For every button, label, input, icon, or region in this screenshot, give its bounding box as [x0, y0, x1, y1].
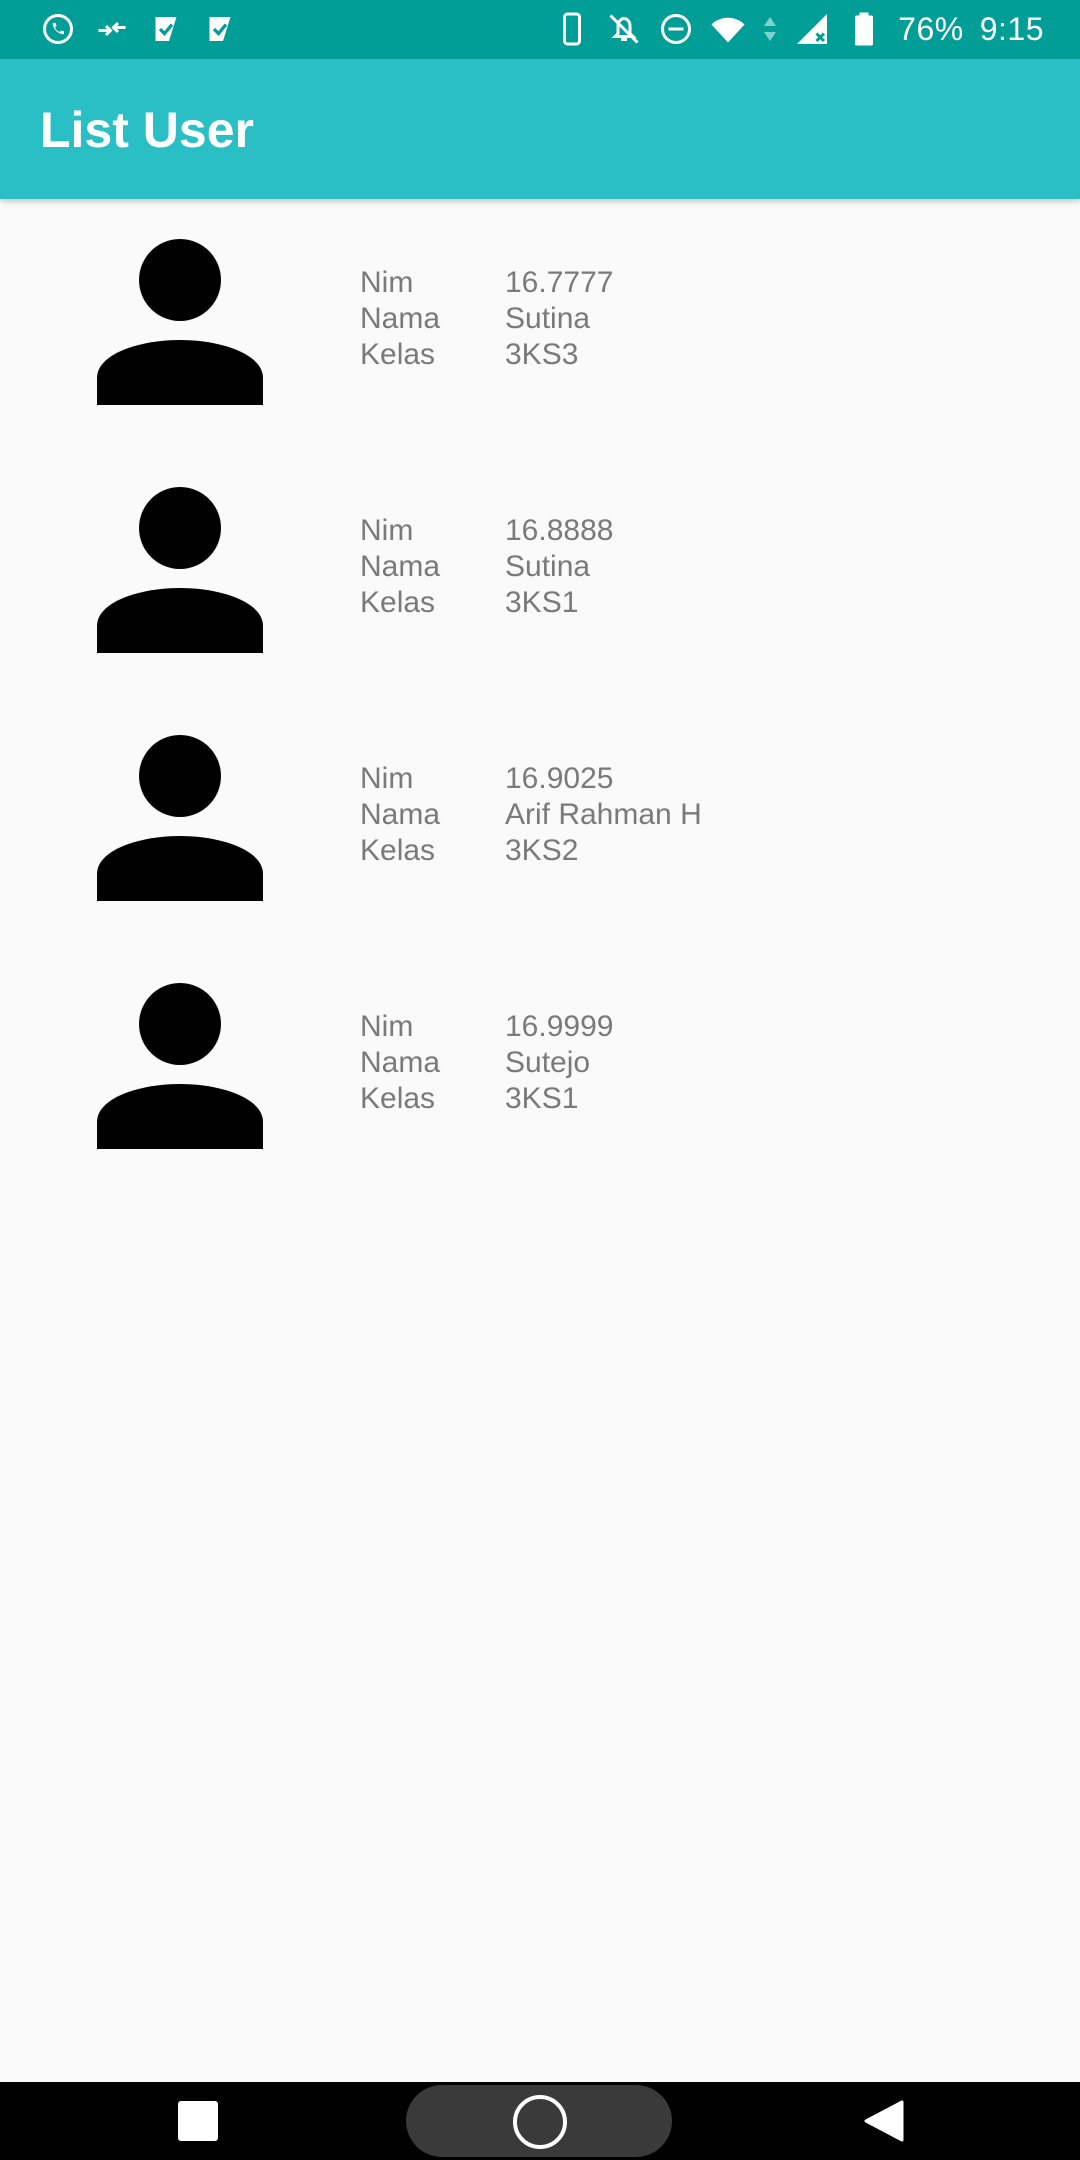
nama-value: Sutina [505, 302, 591, 335]
status-bar: 76% 9:15 [0, 0, 1080, 59]
nim-value: 16.9999 [505, 1010, 614, 1043]
nim-label: Nim [360, 1010, 414, 1043]
signal-icon [794, 11, 830, 47]
system-icons: 76% 9:15 [554, 8, 1044, 50]
recents-icon[interactable] [178, 2101, 218, 2141]
nama-value: Sutina [505, 550, 591, 583]
user-list: Nim 16.7777 Nama Sutina Kelas 3KS3 Nim 16.88… [0, 199, 1080, 1191]
nim-value: 16.9025 [505, 762, 614, 795]
navigation-bar [0, 2082, 1080, 2160]
page-title: List User [40, 102, 254, 158]
phone-vibrate-icon [554, 11, 590, 47]
nama-label: Nama [360, 550, 441, 583]
list-item[interactable]: Nim 16.7777 Nama Sutina Kelas 3KS3 [0, 199, 1080, 447]
kelas-value: 3KS2 [505, 834, 579, 867]
person-icon [97, 735, 263, 901]
wifi-icon [710, 11, 746, 47]
back-icon[interactable] [862, 2100, 904, 2142]
kelas-value: 3KS1 [505, 586, 579, 619]
user-info: Nim 16.9025 Nama Arif Rahman H Kelas 3KS2 [360, 761, 702, 869]
kelas-label: Kelas [360, 586, 436, 619]
nim-label: Nim [360, 514, 414, 547]
data-arrows-icon [762, 11, 778, 47]
whatsapp-icon [40, 11, 76, 47]
play-store-icon [148, 11, 184, 47]
nim-value: 16.8888 [505, 514, 614, 547]
kelas-value: 3KS1 [505, 1082, 579, 1115]
nim-value: 16.7777 [505, 266, 614, 299]
kelas-label: Kelas [360, 1082, 436, 1115]
nama-label: Nama [360, 302, 441, 335]
list-item[interactable]: Nim 16.9025 Nama Arif Rahman H Kelas 3KS2 [0, 695, 1080, 943]
user-info: Nim 16.9999 Nama Sutejo Kelas 3KS1 [360, 1009, 613, 1117]
list-item[interactable]: Nim 16.8888 Nama Sutina Kelas 3KS1 [0, 447, 1080, 695]
play-store-icon [202, 11, 238, 47]
nama-label: Nama [360, 798, 441, 831]
person-icon [97, 487, 263, 653]
nim-label: Nim [360, 266, 414, 299]
do-not-disturb-icon [658, 11, 694, 47]
nim-label: Nim [360, 762, 414, 795]
list-item[interactable]: Nim 16.9999 Nama Sutejo Kelas 3KS1 [0, 943, 1080, 1191]
person-icon [97, 983, 263, 1149]
user-info: Nim 16.8888 Nama Sutina Kelas 3KS1 [360, 513, 613, 621]
battery-icon [846, 11, 882, 47]
battery-percentage: 76% [898, 10, 964, 47]
clock: 9:15 [979, 10, 1044, 47]
notifications-off-icon [606, 11, 642, 47]
user-info: Nim 16.7777 Nama Sutina Kelas 3KS3 [360, 265, 613, 373]
kelas-value: 3KS3 [505, 338, 579, 371]
transfer-icon [94, 11, 130, 47]
nama-value: Arif Rahman H [505, 798, 702, 831]
home-button[interactable] [406, 2085, 672, 2157]
kelas-label: Kelas [360, 834, 436, 867]
kelas-label: Kelas [360, 338, 436, 371]
home-icon[interactable] [513, 2095, 567, 2149]
nama-label: Nama [360, 1046, 441, 1079]
app-bar: List User [0, 59, 1080, 199]
notification-icons [40, 8, 238, 50]
nama-value: Sutejo [505, 1046, 591, 1079]
person-icon [97, 239, 263, 405]
